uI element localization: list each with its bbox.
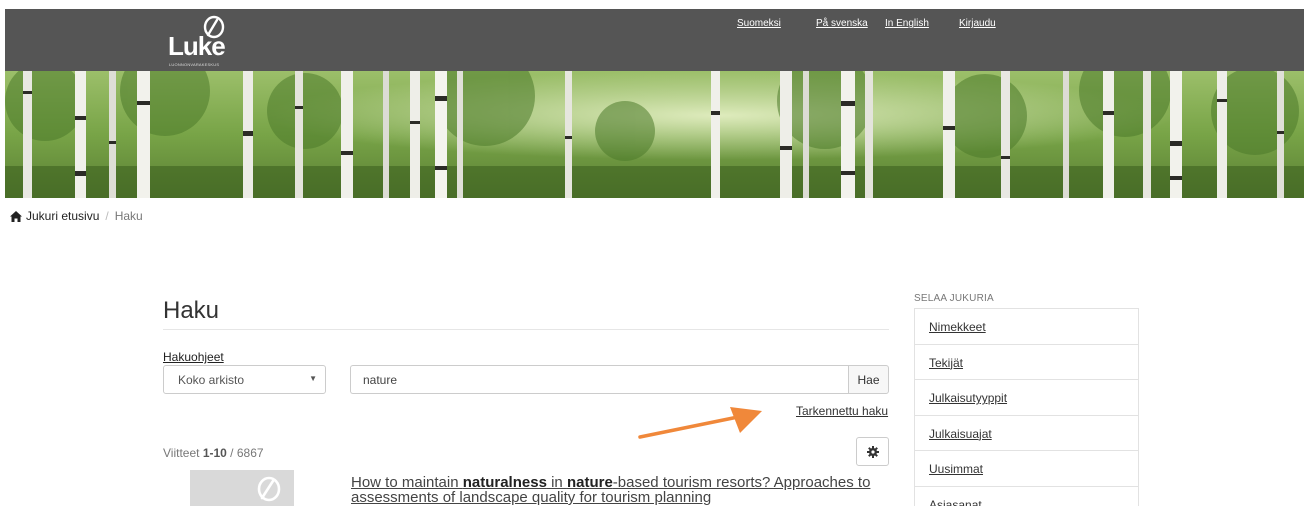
sidebar-item-label: Tekijät (929, 355, 964, 370)
language-links: Suomeksi På svenska In English Kirjaudu (5, 18, 1304, 32)
breadcrumb: Jukuri etusivu / Haku (10, 208, 143, 224)
sidebar-item-tekijat[interactable]: Tekijät (915, 345, 1138, 380)
sidebar-item-julkaisutyyppit[interactable]: Julkaisutyyppit (915, 380, 1138, 416)
annotation-arrow-icon (638, 407, 762, 439)
link-kirjaudu[interactable]: Kirjaudu (959, 18, 996, 29)
search-input-value: nature (363, 373, 398, 387)
result-title-link[interactable]: How to maintain naturalness in nature-ba… (351, 475, 891, 505)
breadcrumb-home-link[interactable]: Jukuri etusivu (26, 209, 99, 223)
breadcrumb-current: Haku (114, 209, 143, 223)
results-count-total: 6867 (236, 446, 264, 460)
banner-image (5, 71, 1304, 198)
results-count: Viitteet 1-10 / 6867 (163, 446, 264, 460)
results-count-prefix: Viitteet (163, 446, 203, 460)
sidebar-item-label: Uusimmat (929, 462, 984, 476)
sidebar-item-nimekkeet[interactable]: Nimekkeet (915, 309, 1138, 345)
search-help-link[interactable]: Hakuohjeet (163, 350, 224, 364)
logo-subtitle: LUONNONVARAKESKUS (169, 62, 220, 67)
sidebar-item-label: Asiasanat (929, 497, 982, 506)
sidebar-item-label: Julkaisuajat (929, 426, 992, 441)
sidebar-item-julkaisuajat[interactable]: Julkaisuajat (915, 416, 1138, 451)
birch-forest-banner (5, 71, 1304, 198)
sidebar-item-asiasanat[interactable]: Asiasanat (915, 487, 1138, 506)
caret-down-icon: ▼ (309, 374, 317, 383)
link-suomeksi[interactable]: Suomeksi (737, 18, 781, 29)
home-icon (10, 210, 22, 222)
search-input[interactable]: nature (350, 365, 848, 394)
sidebar-item-label: Julkaisutyyppit (929, 391, 1008, 405)
link-in-english[interactable]: In English (885, 18, 929, 29)
advanced-search-link[interactable]: Tarkennettu haku (796, 404, 888, 418)
sidebar-heading: SELAA JUKURIA (914, 293, 994, 304)
site-header: Luke LUONNONVARAKESKUS Suomeksi På svens… (5, 9, 1304, 71)
gear-icon (867, 446, 879, 458)
search-scope-select[interactable]: Koko arkisto ▼ (163, 365, 326, 394)
link-pa-svenska[interactable]: På svenska (816, 18, 868, 29)
results-settings-button[interactable] (856, 437, 889, 466)
leaf-icon (257, 476, 281, 502)
sidebar-item-uusimmat[interactable]: Uusimmat (915, 451, 1138, 487)
browse-list: Nimekkeet Tekijät Julkaisutyyppit Julkai… (914, 308, 1139, 506)
logo-text: Luke (168, 31, 226, 61)
page-title: Haku (163, 297, 220, 324)
search-button[interactable]: Hae (848, 365, 889, 394)
search-scope-value: Koko arkisto (178, 373, 245, 387)
breadcrumb-separator: / (105, 209, 109, 223)
results-count-separator: / (226, 446, 237, 460)
sidebar-item-label: Nimekkeet (929, 320, 986, 334)
results-count-range: 1-10 (202, 446, 227, 460)
title-divider (163, 329, 889, 330)
result-thumbnail[interactable] (190, 470, 294, 506)
